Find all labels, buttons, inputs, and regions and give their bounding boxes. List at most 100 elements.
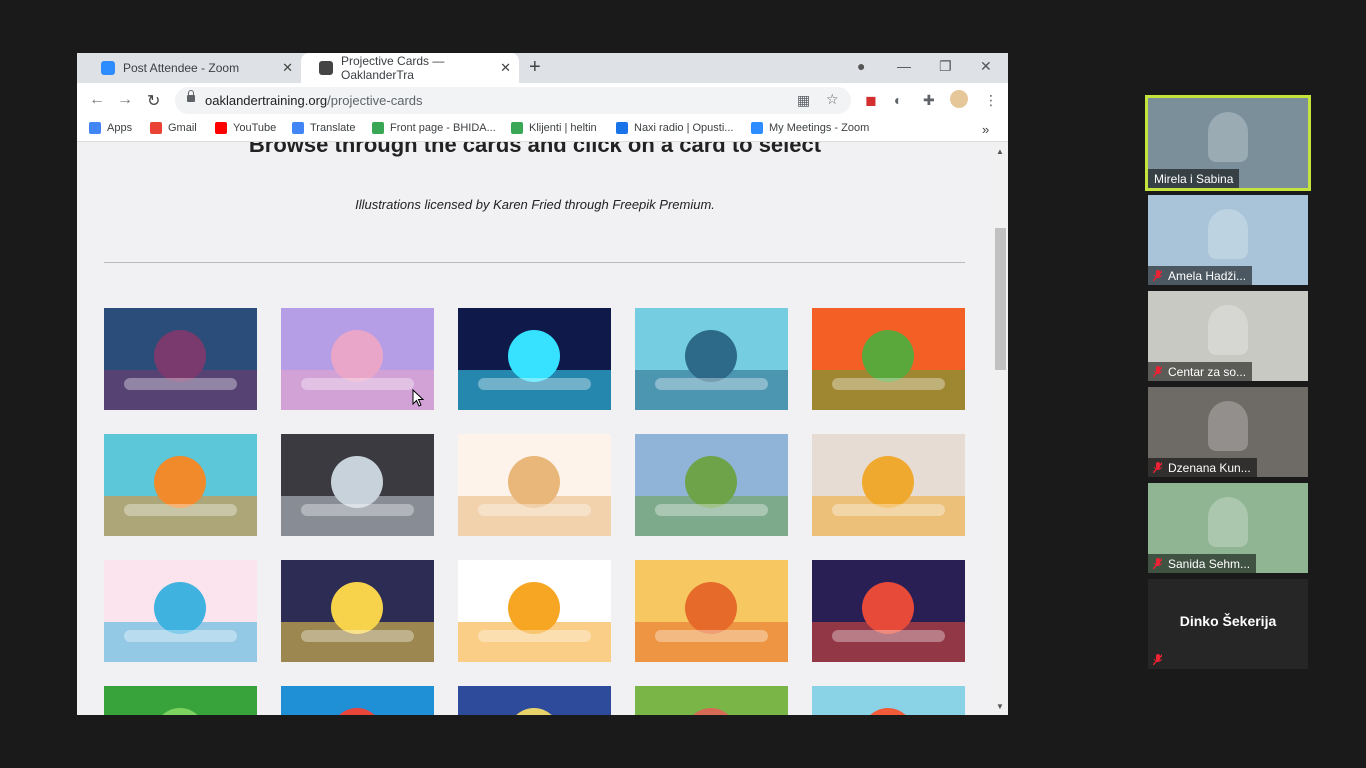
scrollbar-thumb[interactable]	[995, 228, 1006, 370]
card-flip-flops-beach[interactable]	[104, 434, 257, 536]
tab-title: Projective Cards — OaklanderTra	[341, 54, 445, 82]
card-illustration	[812, 456, 965, 536]
tab-post-attendee[interactable]: Post Attendee - Zoom ✕	[83, 53, 301, 83]
profile-dropdown-icon[interactable]: ●	[857, 58, 865, 74]
card-teddy-bear[interactable]	[458, 434, 611, 536]
participant-video[interactable]: Sanida Sehm...	[1148, 483, 1308, 573]
new-tab-icon[interactable]: +	[529, 56, 541, 79]
tab-strip: Post Attendee - Zoom ✕ Projective Cards …	[77, 53, 1008, 83]
bookmark-heltin[interactable]: Klijenti | heltin	[511, 122, 597, 134]
card-illustration	[635, 330, 788, 410]
close-icon[interactable]: ✕	[500, 60, 511, 76]
participant-name: Sanida Sehm...	[1148, 554, 1257, 573]
card-fountain[interactable]	[458, 308, 611, 410]
minimize-icon[interactable]: —	[897, 58, 911, 74]
bookmark-label: Apps	[107, 122, 133, 134]
illustration-credit: Illustrations licensed by Karen Fried th…	[355, 197, 715, 212]
bookmark-apps[interactable]: Apps	[89, 122, 132, 134]
url-path: /projective-cards	[327, 93, 423, 108]
card-grass[interactable]	[635, 686, 788, 715]
card-magic-hat[interactable]	[281, 560, 434, 662]
participant-silhouette	[1208, 305, 1248, 355]
page-content: Browse through the cards and click on a …	[77, 142, 993, 715]
close-icon[interactable]: ✕	[282, 60, 293, 76]
scroll-down-icon[interactable]: ▼	[996, 702, 1004, 711]
card-mountain-landscape[interactable]	[635, 434, 788, 536]
lock-icon	[187, 90, 195, 102]
card-illustration	[693, 708, 729, 715]
participant-name: Amela Hadži...	[1148, 266, 1253, 285]
bookmark-gmail[interactable]: Gmail	[150, 122, 197, 134]
divider	[104, 262, 965, 263]
participant-video[interactable]: Centar za so...	[1148, 291, 1308, 381]
participant-silhouette	[1208, 112, 1248, 162]
mouse-cursor-icon	[412, 389, 424, 407]
puzzle-icon[interactable]: ✚	[923, 92, 935, 109]
card-illustration	[339, 708, 375, 715]
tab-title: Post Attendee - Zoom	[123, 61, 240, 75]
reload-icon[interactable]: ↻	[147, 91, 160, 111]
url-host: oaklandertraining.org	[205, 93, 328, 108]
bookmark-translate[interactable]: Translate	[292, 122, 355, 134]
participant-video[interactable]: Amela Hadži...	[1148, 195, 1308, 285]
browser-window: Post Attendee - Zoom ✕ Projective Cards …	[77, 53, 1008, 715]
card-rocket[interactable]	[812, 560, 965, 662]
address-bar[interactable]: oaklandertraining.org/projective-cards ▦…	[175, 87, 851, 114]
card-illustration	[162, 708, 198, 715]
participant-video[interactable]: Dzenana Kun...	[1148, 387, 1308, 477]
forward-icon[interactable]: →	[117, 91, 133, 109]
more-bookmarks-icon[interactable]: »	[982, 122, 989, 137]
participant-name: Centar za so...	[1148, 362, 1253, 381]
back-icon[interactable]: ←	[89, 91, 105, 109]
pdf-extension-icon[interactable]: ◼	[865, 92, 877, 109]
card-dolphin[interactable]	[635, 308, 788, 410]
bookmark-bhida[interactable]: Front page - BHIDA...	[372, 122, 496, 134]
muted-mic-icon	[1153, 654, 1162, 665]
muted-mic-icon	[1153, 462, 1162, 473]
muted-mic-icon	[1153, 366, 1162, 377]
avatar[interactable]	[950, 90, 968, 108]
card-social-phone[interactable]	[458, 560, 611, 662]
card-illustration	[104, 456, 257, 536]
scroll-up-icon[interactable]: ▲	[996, 147, 1004, 156]
cube-icon	[319, 61, 333, 75]
house-icon	[372, 122, 384, 134]
card-illustration	[812, 330, 965, 410]
card-illustration	[104, 582, 257, 662]
card-van-mountains[interactable]	[104, 308, 257, 410]
card-autumn-lake[interactable]	[635, 560, 788, 662]
close-window-icon[interactable]: ✕	[980, 58, 992, 75]
card-drum-kit[interactable]	[812, 434, 965, 536]
card-kite-sky[interactable]	[812, 686, 965, 715]
card-butterflies[interactable]	[104, 560, 257, 662]
card-tornado[interactable]	[281, 434, 434, 536]
naxi-icon	[616, 122, 628, 134]
participant-video[interactable]: Mirela i Sabina	[1145, 95, 1311, 191]
card-dragon[interactable]	[812, 308, 965, 410]
participant-video[interactable]: Dinko Šekerija	[1148, 579, 1308, 669]
bookmark-youtube[interactable]: YouTube	[215, 122, 276, 134]
bookmarks-bar: Apps Gmail YouTube Translate Front page …	[77, 117, 1008, 142]
bookmark-label: Naxi radio | Opusti...	[634, 122, 734, 134]
card-night-sea[interactable]	[458, 686, 611, 715]
bookmark-zoom-meetings[interactable]: My Meetings - Zoom	[751, 122, 869, 134]
youtube-icon	[215, 122, 227, 134]
card-illustration	[812, 582, 965, 662]
bookmark-naxi-radio[interactable]: Naxi radio | Opusti...	[616, 122, 733, 134]
card-green-leaf[interactable]	[104, 686, 257, 715]
qr-code-icon[interactable]: ▦	[797, 92, 810, 109]
house-icon	[511, 122, 523, 134]
participant-silhouette	[1208, 401, 1248, 451]
translate-icon	[292, 122, 304, 134]
address-toolbar: ← → ↻ oaklandertraining.org/projective-c…	[77, 83, 1008, 117]
card-coral[interactable]	[281, 686, 434, 715]
url-text[interactable]: oaklandertraining.org/projective-cards	[205, 93, 423, 108]
muted-mic-icon	[1153, 558, 1162, 569]
restore-icon[interactable]: ❐	[939, 58, 952, 75]
menu-dots-icon[interactable]: ⋮	[984, 92, 998, 109]
extension-circle-icon[interactable]: ◐	[894, 92, 902, 108]
apps-grid-icon	[89, 122, 101, 134]
star-icon[interactable]: ☆	[826, 91, 839, 108]
tab-projective-cards[interactable]: Projective Cards — OaklanderTra ✕	[301, 53, 519, 83]
page-scrollbar[interactable]: ▲ ▼	[993, 142, 1008, 715]
